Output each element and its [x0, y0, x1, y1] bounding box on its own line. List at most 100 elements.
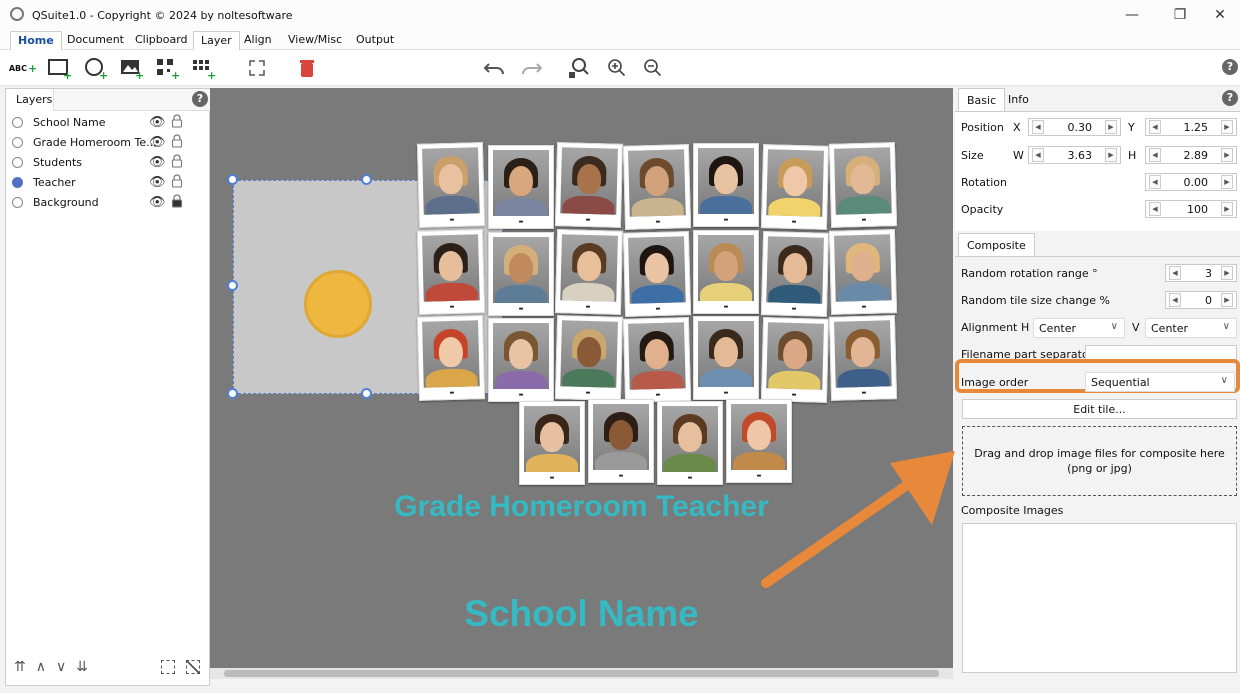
rotation-spinner[interactable]: ◀ 0.00 ▶: [1145, 173, 1237, 191]
menu-clipboard[interactable]: Clipboard: [128, 31, 195, 50]
minimize-button[interactable]: —: [1112, 0, 1152, 30]
student-photo-tile[interactable]: ▬: [416, 142, 486, 228]
student-photo-tile[interactable]: ▬: [760, 144, 830, 230]
menu-document[interactable]: Document: [60, 31, 131, 50]
lock-icon[interactable]: [171, 114, 183, 128]
student-photo-tile[interactable]: ▬: [693, 316, 759, 400]
decrement-icon[interactable]: ◀: [1149, 120, 1161, 134]
menu-view-misc[interactable]: View/Misc: [281, 31, 349, 50]
eye-icon[interactable]: 👁: [149, 195, 166, 210]
delete-button[interactable]: [294, 55, 320, 81]
add-composite-button[interactable]: +: [190, 55, 216, 81]
student-photo-tile[interactable]: ▬: [416, 315, 486, 401]
eye-icon[interactable]: 👁: [149, 175, 166, 190]
resize-handle-t[interactable]: [361, 174, 372, 185]
increment-icon[interactable]: ▶: [1221, 120, 1233, 134]
student-photo-tile[interactable]: ▬: [488, 145, 554, 229]
student-photo-tile[interactable]: ▬: [760, 317, 830, 403]
fit-size-button[interactable]: [244, 55, 270, 81]
layer-row[interactable]: Teacher 👁: [6, 173, 211, 193]
student-photo-tile[interactable]: ▬: [657, 401, 723, 485]
layers-help-icon[interactable]: ?: [192, 91, 208, 107]
student-photo-tile[interactable]: ▬: [828, 142, 898, 228]
opacity-spinner[interactable]: ◀ 100 ▶: [1145, 200, 1237, 218]
add-rectangle-button[interactable]: +: [46, 55, 72, 81]
lock-icon[interactable]: [171, 194, 183, 208]
student-photo-tile[interactable]: ▬: [519, 401, 585, 485]
resize-handle-bl[interactable]: [227, 388, 238, 399]
student-photo-tile[interactable]: ▬: [488, 232, 554, 316]
student-photo-tile[interactable]: ▬: [693, 230, 759, 314]
layer-select-radio[interactable]: [12, 197, 23, 208]
move-up-icon[interactable]: ∧: [36, 659, 56, 675]
student-photo-tile[interactable]: ▬: [416, 229, 486, 315]
resize-handle-b[interactable]: [361, 388, 372, 399]
layer-select-radio[interactable]: [12, 117, 23, 128]
eye-icon[interactable]: 👁: [149, 115, 166, 130]
decrement-icon[interactable]: ◀: [1149, 202, 1161, 216]
add-qrcode-button[interactable]: +: [154, 55, 180, 81]
student-photo-tile[interactable]: ▬: [622, 317, 692, 403]
student-photo-tile[interactable]: ▬: [554, 229, 624, 315]
move-down-icon[interactable]: ∨: [56, 659, 76, 675]
student-photo-tile[interactable]: ▬: [622, 231, 692, 317]
zoom-out-button[interactable]: [640, 55, 666, 81]
decrement-icon[interactable]: ◀: [1032, 120, 1044, 134]
design-canvas[interactable]: ▬ ▬ ▬ ▬ ▬ ▬ ▬ ▬ ▬ ▬ ▬ ▬ ▬ ▬ ▬ ▬ ▬ ▬ ▬ ▬ ▬ ▬ ▬ ▬ ▬ Grade Homeroom…: [210, 88, 955, 668]
student-photo-tile[interactable]: ▬: [622, 144, 692, 230]
tab-info[interactable]: Info: [1000, 88, 1037, 112]
zoom-fit-button[interactable]: [566, 55, 592, 81]
layer-select-radio[interactable]: [12, 177, 23, 188]
zoom-in-button[interactable]: [604, 55, 630, 81]
layer-select-radio[interactable]: [12, 137, 23, 148]
move-bottom-icon[interactable]: ⇊: [76, 659, 98, 675]
composite-images-list[interactable]: [962, 523, 1237, 673]
tab-composite[interactable]: Composite: [958, 233, 1035, 257]
position-y-spinner[interactable]: ◀ 1.25 ▶: [1145, 118, 1237, 136]
resize-handle-l[interactable]: [227, 280, 238, 291]
decrement-icon[interactable]: ◀: [1169, 266, 1181, 280]
increment-icon[interactable]: ▶: [1105, 120, 1117, 134]
help-icon[interactable]: ?: [1222, 59, 1238, 75]
school-name-text[interactable]: School Name: [210, 593, 953, 635]
menu-output[interactable]: Output: [349, 31, 401, 50]
decrement-icon[interactable]: ◀: [1169, 293, 1181, 307]
composite-dropzone[interactable]: Drag and drop image files for composite …: [962, 426, 1237, 496]
scroll-thumb[interactable]: [224, 670, 939, 677]
decrement-icon[interactable]: ◀: [1149, 148, 1161, 162]
lock-icon[interactable]: [171, 154, 183, 168]
random-rotation-spinner[interactable]: ◀ 3 ▶: [1165, 264, 1237, 282]
eye-icon[interactable]: 👁: [149, 135, 166, 150]
add-image-button[interactable]: +: [118, 55, 144, 81]
layer-select-radio[interactable]: [12, 157, 23, 168]
maximize-button[interactable]: ❐: [1160, 0, 1200, 30]
tab-basic[interactable]: Basic: [958, 88, 1006, 112]
decrement-icon[interactable]: ◀: [1032, 148, 1044, 162]
increment-icon[interactable]: ▶: [1221, 293, 1233, 307]
student-photo-tile[interactable]: ▬: [828, 315, 898, 401]
increment-icon[interactable]: ▶: [1105, 148, 1117, 162]
student-photo-tile[interactable]: ▬: [693, 143, 759, 227]
image-order-select[interactable]: Sequential ∨: [1085, 372, 1235, 392]
student-photo-tile[interactable]: ▬: [554, 142, 624, 228]
menu-home[interactable]: Home: [10, 31, 62, 50]
menu-layer[interactable]: Layer: [193, 31, 240, 51]
position-x-spinner[interactable]: ◀ 0.30 ▶: [1028, 118, 1121, 136]
alignment-v-select[interactable]: Center ∨: [1145, 318, 1237, 338]
properties-help-icon[interactable]: ?: [1222, 90, 1238, 106]
increment-icon[interactable]: ▶: [1221, 266, 1233, 280]
edit-tile-button[interactable]: Edit tile...: [962, 399, 1237, 419]
layer-row[interactable]: Grade Homeroom Te... 👁: [6, 133, 211, 153]
size-h-spinner[interactable]: ◀ 2.89 ▶: [1145, 146, 1237, 164]
ungroup-icon[interactable]: [186, 660, 200, 674]
move-top-icon[interactable]: ⇈: [14, 659, 36, 675]
undo-button[interactable]: [482, 55, 508, 81]
layer-row[interactable]: Background 👁: [6, 193, 211, 213]
increment-icon[interactable]: ▶: [1221, 175, 1233, 189]
student-photo-tile[interactable]: ▬: [588, 399, 654, 483]
add-text-button[interactable]: ABC +: [9, 55, 37, 81]
group-icon[interactable]: [161, 660, 175, 674]
layer-row[interactable]: School Name 👁: [6, 113, 211, 133]
horizontal-scrollbar[interactable]: [210, 668, 953, 679]
alignment-h-select[interactable]: Center ∨: [1033, 318, 1125, 338]
